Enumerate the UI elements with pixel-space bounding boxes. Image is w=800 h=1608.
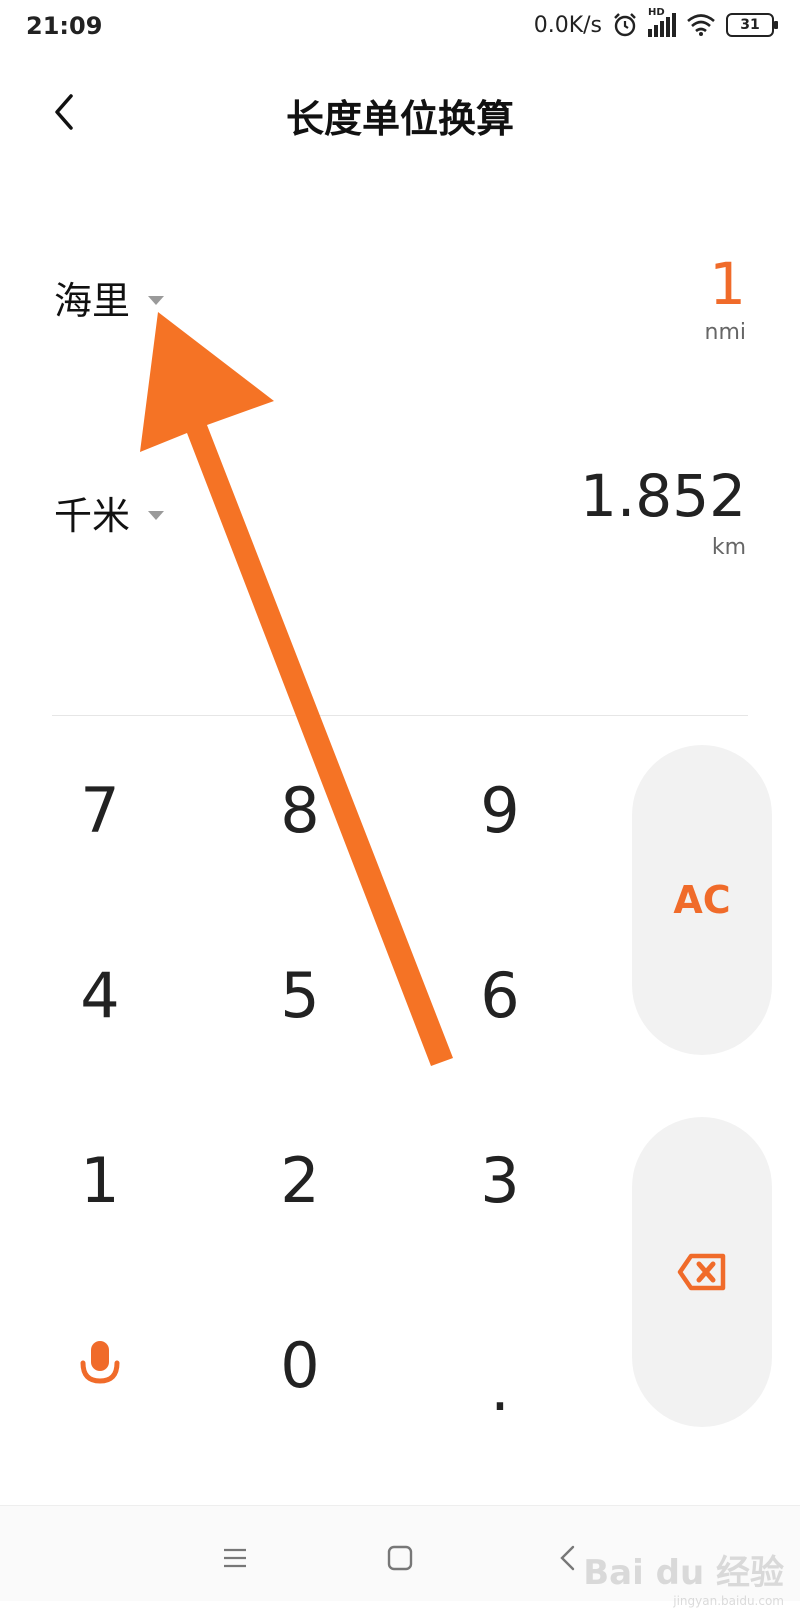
to-unit-selector[interactable]: 千米 — [54, 485, 165, 540]
from-unit-name: 海里 — [54, 279, 131, 323]
status-icons: 0.0K/s HD 31 — [533, 7, 778, 38]
page-title: 长度单位换算 — [285, 97, 514, 141]
microphone-icon — [80, 1341, 120, 1384]
backspace-button[interactable] — [632, 1117, 772, 1427]
back-icon — [560, 1545, 575, 1571]
clear-label: AC — [673, 878, 731, 922]
home-icon — [387, 1545, 413, 1571]
to-unit-name: 千米 — [54, 494, 131, 538]
key-8[interactable]: 8 — [240, 750, 360, 870]
caret-down-icon — [148, 511, 165, 520]
battery-icon: 31 — [726, 13, 778, 37]
alarm-icon — [614, 13, 636, 37]
from-value[interactable]: 1 — [709, 250, 746, 318]
caret-down-icon — [148, 296, 165, 305]
key-5[interactable]: 5 — [240, 935, 360, 1055]
watermark-url: jingyan.baidu.com — [673, 1594, 784, 1608]
wifi-icon — [687, 14, 715, 36]
key-decimal[interactable]: . — [440, 1305, 560, 1425]
watermark-logo: Bai du 经验 — [583, 1553, 784, 1593]
nav-menu-button[interactable] — [215, 1538, 255, 1578]
clear-button[interactable]: AC — [632, 745, 772, 1055]
network-type-label: HD — [648, 7, 665, 18]
voice-input-button[interactable] — [40, 1305, 160, 1425]
to-unit-abbr: km — [711, 535, 746, 560]
signal-icon: HD — [648, 7, 676, 37]
network-speed: 0.0K/s — [533, 12, 602, 38]
key-3[interactable]: 3 — [440, 1120, 560, 1240]
key-2[interactable]: 2 — [240, 1120, 360, 1240]
key-7[interactable]: 7 — [40, 750, 160, 870]
status-time: 21:09 — [26, 12, 103, 40]
key-4[interactable]: 4 — [40, 935, 160, 1055]
key-6[interactable]: 6 — [440, 935, 560, 1055]
divider — [52, 715, 748, 716]
nav-back-button[interactable] — [548, 1538, 588, 1578]
menu-icon — [224, 1548, 246, 1568]
nav-home-button[interactable] — [380, 1538, 420, 1578]
backspace-icon — [677, 1253, 726, 1291]
key-9[interactable]: 9 — [440, 750, 560, 870]
from-unit-abbr: nmi — [704, 320, 747, 345]
to-value[interactable]: 1.852 — [580, 462, 746, 530]
watermark: Bai du 经验 jingyan.baidu.com — [583, 1545, 784, 1608]
from-unit-selector[interactable]: 海里 — [54, 270, 165, 325]
key-1[interactable]: 1 — [40, 1120, 160, 1240]
key-0[interactable]: 0 — [240, 1305, 360, 1425]
